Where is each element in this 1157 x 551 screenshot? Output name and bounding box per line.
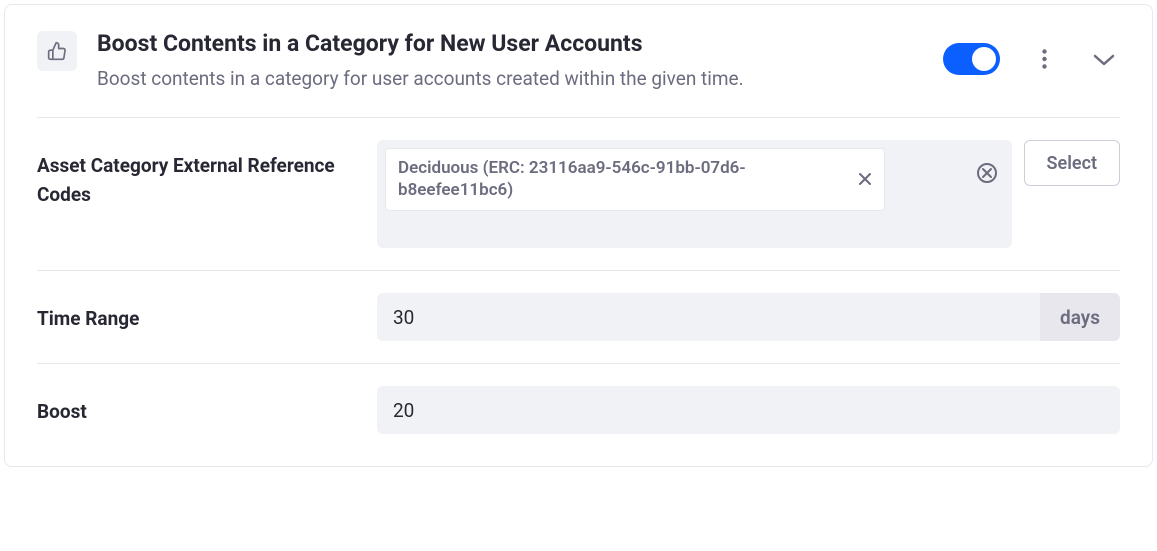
card-title: Boost Contents in a Category for New Use… — [97, 29, 923, 59]
enable-toggle[interactable] — [943, 43, 1000, 75]
boost-input[interactable] — [377, 386, 1120, 434]
categories-content: Deciduous (ERC: 23116aa9-546c-91bb-07d6-… — [377, 140, 1120, 248]
header-text: Boost Contents in a Category for New Use… — [97, 29, 923, 93]
kebab-icon — [1042, 49, 1047, 69]
boost-label: Boost — [37, 386, 357, 427]
time-range-input-group: days — [377, 293, 1120, 341]
time-range-row: Time Range days — [37, 270, 1120, 363]
time-range-label: Time Range — [37, 293, 357, 334]
categories-label: Asset Category External Reference Codes — [37, 140, 357, 209]
tag-items: Deciduous (ERC: 23116aa9-546c-91bb-07d6-… — [385, 148, 966, 210]
collapse-button[interactable] — [1088, 43, 1120, 75]
category-tag: Deciduous (ERC: 23116aa9-546c-91bb-07d6-… — [385, 148, 885, 210]
remove-tag-button[interactable] — [858, 172, 872, 186]
boost-input-group — [377, 386, 1120, 434]
thumbs-up-icon — [47, 41, 67, 61]
categories-row: Asset Category External Reference Codes … — [37, 117, 1120, 270]
card-header: Boost Contents in a Category for New Use… — [37, 29, 1120, 117]
toggle-knob — [972, 47, 996, 71]
thumbs-up-icon-box — [37, 31, 77, 71]
more-menu-button[interactable] — [1028, 43, 1060, 75]
card-description: Boost contents in a category for user ac… — [97, 65, 923, 94]
category-tag-label: Deciduous (ERC: 23116aa9-546c-91bb-07d6-… — [398, 157, 844, 201]
clear-all-button[interactable] — [976, 148, 1004, 184]
select-button[interactable]: Select — [1024, 140, 1120, 186]
boost-content — [377, 386, 1120, 434]
time-range-input[interactable] — [377, 293, 1040, 341]
time-range-suffix: days — [1040, 293, 1120, 341]
close-icon — [858, 172, 872, 186]
boost-category-card: Boost Contents in a Category for New Use… — [4, 4, 1153, 467]
time-range-content: days — [377, 293, 1120, 341]
boost-row: Boost — [37, 363, 1120, 434]
chevron-down-icon — [1093, 53, 1115, 66]
clear-icon — [976, 162, 998, 184]
header-controls — [943, 29, 1120, 75]
categories-tag-container[interactable]: Deciduous (ERC: 23116aa9-546c-91bb-07d6-… — [377, 140, 1012, 248]
select-button-label: Select — [1047, 153, 1097, 174]
